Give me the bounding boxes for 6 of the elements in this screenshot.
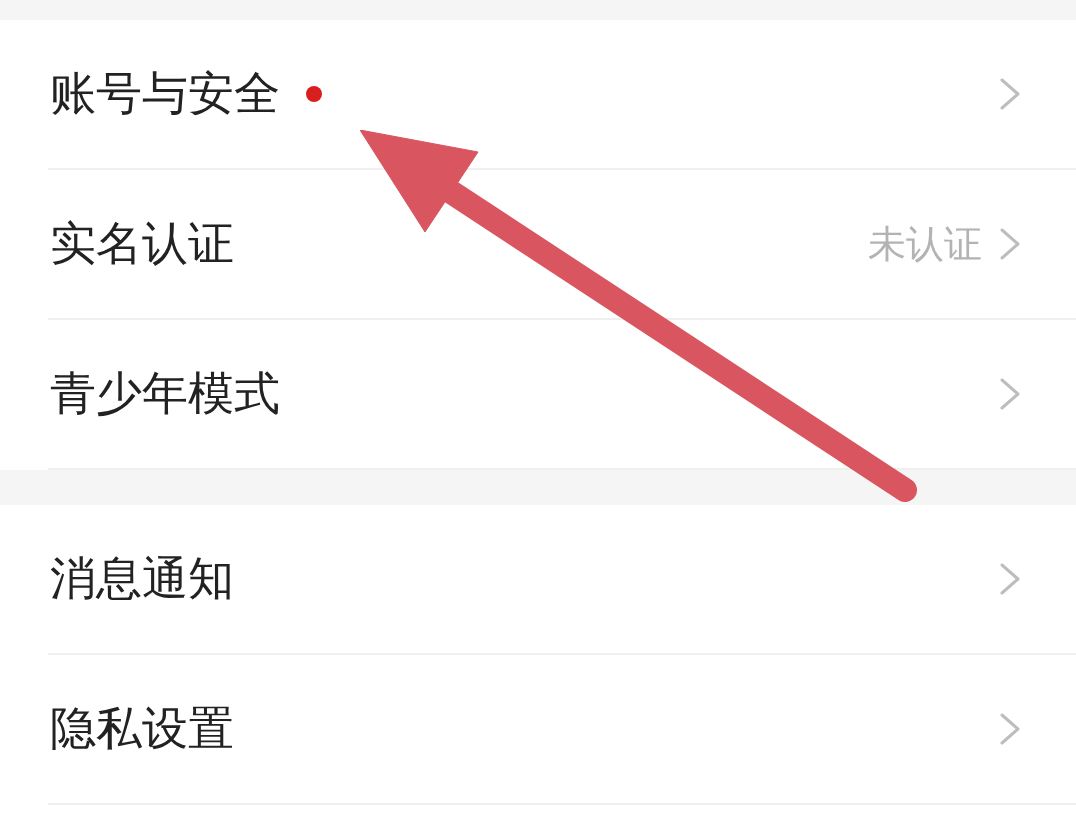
chevron-right-icon [1000,563,1020,595]
chevron-right-icon [1000,228,1020,260]
chevron-right-icon [1000,378,1020,410]
chevron-right-icon [1000,78,1020,110]
chevron-right-icon [1000,713,1020,745]
status-text: 未认证 [868,220,982,268]
